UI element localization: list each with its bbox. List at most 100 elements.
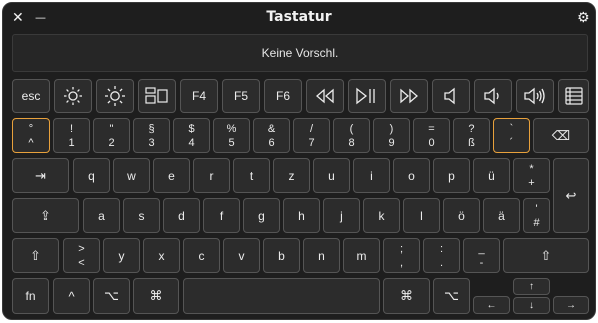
rewind-key[interactable] [306,79,344,113]
key-letter[interactable]: h [283,198,320,233]
key-letter[interactable]: a [83,198,120,233]
key-letter[interactable]: c [183,238,220,273]
key-circumflex[interactable]: ° ^ [12,118,50,153]
space-bar[interactable] [183,278,380,314]
key-6[interactable]: & 6 [253,118,290,153]
key-letter[interactable]: o [393,158,430,193]
key-top: ° [28,122,34,135]
key-7[interactable]: /7 [293,118,330,153]
key-letter[interactable]: s [123,198,160,233]
key-eszett[interactable]: ? ß [453,118,490,153]
key-top: ' [535,202,538,215]
key-5[interactable]: % 5 [213,118,250,153]
key-label: p [448,168,455,183]
key-period[interactable]: :. [423,238,460,273]
f4-key[interactable]: F4 [180,79,218,113]
delete-key[interactable]: ⌫ [533,118,589,153]
key-bottom: , [399,256,404,269]
key-8[interactable]: (8 [333,118,370,153]
arrow-right-icon: → [566,299,576,311]
f6-key[interactable]: F6 [264,79,302,113]
key-bottom: . [439,256,444,269]
command-right-key[interactable]: ⌘ [383,278,430,314]
shift-left-key[interactable]: ⇧ [12,238,59,273]
brightness-up-key[interactable] [96,79,134,113]
play-pause-key[interactable] [348,79,386,113]
arrow-down-key[interactable]: ↓ [513,297,550,314]
key-label: g [258,208,265,223]
key-plus[interactable]: * + [513,158,550,193]
list-key[interactable] [558,79,589,113]
volume-down-key[interactable] [474,79,512,113]
shift-icon: ⇧ [540,247,552,263]
key-letter[interactable]: f [203,198,240,233]
key-letter[interactable]: t [233,158,270,193]
suggestion-text: Keine Vorschl. [261,46,339,60]
key-letter[interactable]: l [403,198,440,233]
list-icon [564,87,583,105]
key-letter[interactable]: u [313,158,350,193]
f5-key[interactable]: F5 [222,79,260,113]
gear-icon[interactable]: ⚙ [577,10,590,26]
caps-lock-key[interactable]: ⇪ [12,198,79,233]
control-key[interactable]: ^ [53,278,90,314]
key-1[interactable]: ! 1 [53,118,90,153]
key-top: ` [509,122,514,135]
fn-key[interactable]: fn [12,278,49,314]
key-angle[interactable]: > < [63,238,100,273]
key-comma[interactable]: ;, [383,238,420,273]
mute-key[interactable] [432,79,470,113]
key-letter[interactable]: p [433,158,470,193]
key-3[interactable]: § 3 [133,118,170,153]
key-letter[interactable]: j [323,198,360,233]
key-letter[interactable]: x [143,238,180,273]
arrow-right-key[interactable]: → [553,296,589,314]
key-top: ( [349,122,354,135]
key-bottom: 0 [428,136,435,149]
shift-right-key[interactable]: ⇧ [503,238,589,273]
key-letter[interactable]: b [263,238,300,273]
command-left-key[interactable]: ⌘ [133,278,179,314]
key-letter[interactable]: r [193,158,230,193]
key-letter[interactable]: d [163,198,200,233]
key-letter[interactable]: ü [473,158,510,193]
key-letter[interactable]: q [73,158,110,193]
key-letter[interactable]: w [113,158,150,193]
key-letter[interactable]: k [363,198,400,233]
key-bottom: ß [468,136,475,149]
return-key[interactable]: ↩ [553,158,589,233]
key-top: : [439,242,444,255]
fast-forward-key[interactable] [390,79,428,113]
key-hash[interactable]: ' # [523,198,550,233]
key-minus[interactable]: _ - [463,238,500,273]
brightness-down-key[interactable] [54,79,92,113]
key-acute[interactable]: ` ´ [493,118,530,153]
suggestion-bar[interactable]: Keine Vorschl. [12,34,588,72]
delete-icon: ⌫ [551,127,571,143]
mission-control-key[interactable] [138,79,176,113]
option-right-key[interactable]: ⌥ [433,278,470,314]
key-letter[interactable]: y [103,238,140,273]
key-label: e [168,168,175,183]
option-left-key[interactable]: ⌥ [93,278,130,314]
key-4[interactable]: $4 [173,118,210,153]
key-letter[interactable]: e [153,158,190,193]
key-letter[interactable]: ö [443,198,480,233]
key-letter[interactable]: ä [483,198,520,233]
key-2[interactable]: " 2 [93,118,130,153]
key-9[interactable]: ) 9 [373,118,410,153]
key-letter[interactable]: g [243,198,280,233]
esc-key[interactable]: esc [12,79,50,113]
key-letter[interactable]: m [343,238,380,273]
key-letter[interactable]: n [303,238,340,273]
key-letter[interactable]: z [273,158,310,193]
arrow-up-key[interactable]: ↑ [513,278,550,295]
tab-key[interactable]: ⇥ [12,158,69,193]
arrow-left-key[interactable]: ← [473,296,510,314]
volume-up-key[interactable] [516,79,554,113]
key-0[interactable]: = 0 [413,118,450,153]
key-top: > [78,242,85,255]
key-letter[interactable]: i [353,158,390,193]
key-label: u [328,168,335,183]
key-letter[interactable]: v [223,238,260,273]
